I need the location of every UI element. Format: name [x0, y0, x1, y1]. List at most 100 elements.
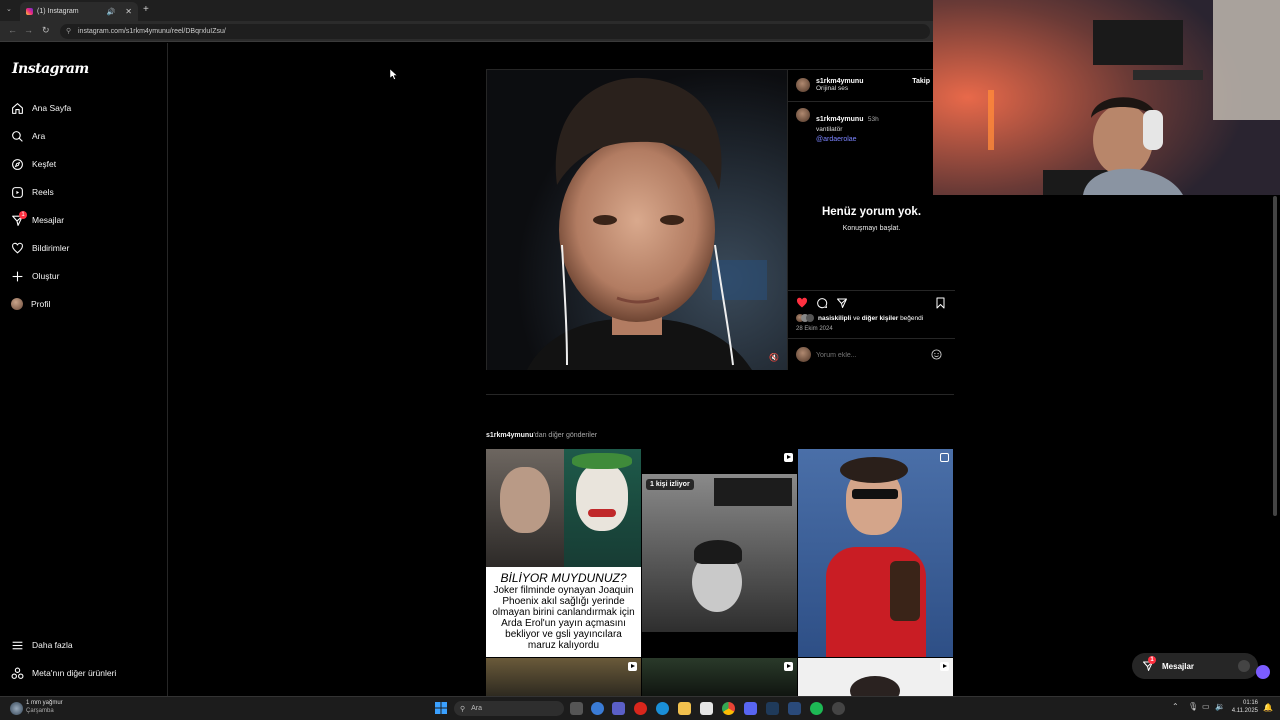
post-header: s1rkm4ymunu Orijinal ses: [796, 78, 863, 92]
share-icon[interactable]: [836, 297, 848, 309]
tray-chevron-icon[interactable]: ⌃: [1172, 702, 1179, 711]
opera-icon[interactable]: [634, 702, 647, 715]
sidebar-item-explore[interactable]: Keşfet: [11, 155, 56, 173]
comment-icon[interactable]: [816, 297, 828, 309]
site-info-icon[interactable]: ⚲: [66, 27, 71, 35]
extension-icon[interactable]: [1256, 665, 1270, 679]
sidebar-item-home[interactable]: Ana Sayfa: [11, 99, 71, 117]
reload-icon[interactable]: ↻: [42, 25, 50, 36]
taskbar-search[interactable]: ⚲ Ara: [454, 701, 564, 716]
follow-button[interactable]: Takip: [912, 78, 930, 85]
grid-thumbnail[interactable]: [642, 658, 797, 696]
clock-time[interactable]: 01:16: [1234, 700, 1258, 706]
sidebar-item-more[interactable]: Daha fazla: [11, 636, 73, 654]
sidebar-item-profile[interactable]: Profil: [11, 295, 50, 313]
discord-icon[interactable]: [744, 702, 757, 715]
clock-date[interactable]: 4.11.2025: [1230, 708, 1258, 714]
sidebar-item-messages[interactable]: 1 Mesajlar: [11, 210, 64, 229]
reel-icon: [784, 662, 793, 671]
joaquin-photo: [486, 449, 564, 567]
sidebar-item-label: Meta'nın diğer ürünleri: [32, 668, 117, 678]
post-author[interactable]: s1rkm4ymunu: [816, 78, 863, 85]
windows-start-icon[interactable]: [435, 702, 447, 714]
microphone-icon[interactable]: 🎙: [1188, 702, 1198, 711]
avatar[interactable]: [796, 108, 810, 122]
teams-icon[interactable]: [612, 702, 625, 715]
weather-title[interactable]: 1 mm yağmur: [26, 700, 63, 706]
divider: [788, 290, 955, 291]
tab-list-icon[interactable]: ⌄: [6, 5, 12, 13]
close-tab-icon[interactable]: ✕: [125, 7, 132, 16]
joker-photo: [564, 449, 641, 567]
sidebar-item-label: Daha fazla: [32, 640, 73, 650]
sidebar-item-label: Profil: [31, 299, 51, 309]
caption-author[interactable]: s1rkm4ymunu: [816, 116, 863, 123]
audio-label[interactable]: Orijinal ses: [816, 85, 863, 92]
speaker-icon[interactable]: 🔊: [107, 8, 116, 16]
grid-thumbnail[interactable]: BİLİYOR MUYDUNUZ? Joker filminde oynayan…: [486, 449, 641, 657]
messages-badge: 1: [19, 210, 27, 219]
sidebar-item-create[interactable]: Oluştur: [11, 267, 59, 285]
volume-icon[interactable]: 🔉: [1215, 702, 1225, 711]
windows-taskbar: 1 mm yağmur Çarşamba ⚲ Ara ⌃ 🎙 ▭ 🔉 01:16…: [0, 696, 1280, 720]
instagram-favicon-icon: [26, 8, 33, 15]
liked-by-user[interactable]: nasiskilipli: [818, 315, 851, 322]
bookmark-icon[interactable]: [935, 297, 946, 309]
reel-icon: [628, 662, 637, 671]
messages-pill-button[interactable]: 1 Mesajlar: [1132, 653, 1258, 679]
section-divider: [486, 394, 954, 395]
post-sidebar: s1rkm4ymunu Orijinal ses Takip s1rkm4ymu…: [787, 70, 955, 370]
mute-icon[interactable]: 🔇: [769, 353, 779, 362]
search-icon: [12, 130, 23, 142]
grid-thumbnail[interactable]: [798, 449, 953, 657]
task-view-icon[interactable]: [570, 702, 583, 715]
comment-input[interactable]: [816, 349, 926, 361]
divider: [788, 338, 955, 339]
caption: s1rkm4ymunu 53h vantilatör: [796, 108, 879, 133]
weather-icon[interactable]: [10, 702, 23, 715]
page-scrollbar[interactable]: [1273, 196, 1277, 516]
sidebar-item-notifications[interactable]: Bildirimler: [11, 239, 69, 257]
post-date: 28 Ekim 2024: [796, 326, 833, 332]
calendar-app-icon[interactable]: [700, 702, 713, 715]
grid-thumbnail[interactable]: [486, 658, 641, 696]
no-comments-title: Henüz yorum yok.: [821, 206, 922, 218]
forward-icon[interactable]: →: [24, 25, 33, 35]
sidebar-item-reels[interactable]: Reels: [11, 183, 54, 201]
network-icon[interactable]: ▭: [1202, 702, 1210, 711]
instagram-logo[interactable]: Instagram: [12, 61, 89, 77]
app-icon[interactable]: [788, 702, 801, 715]
mention-link[interactable]: @ardaerolae: [816, 136, 857, 143]
like-icon[interactable]: [796, 297, 808, 309]
browser-tab[interactable]: (1) Instagram 🔊 ✕: [20, 2, 138, 21]
emoji-icon[interactable]: [931, 349, 942, 360]
reels-icon: [12, 186, 23, 198]
liker-avatars: [796, 314, 814, 322]
edge-icon[interactable]: [656, 702, 669, 715]
spotify-icon[interactable]: [810, 702, 823, 715]
app-icon[interactable]: [766, 702, 779, 715]
liked-by-and: ve: [853, 314, 860, 322]
grid-thumbnail[interactable]: [798, 658, 953, 696]
new-tab-icon[interactable]: +: [143, 4, 149, 15]
url-field[interactable]: ⚲ instagram.com/s1rkm4ymunu/reel/DBqrxlu…: [60, 24, 930, 39]
reel-video[interactable]: 🔇: [487, 70, 787, 370]
sidebar-item-label: Bildirimler: [32, 243, 70, 253]
sidebar-item-meta[interactable]: Meta'nın diğer ürünleri: [11, 664, 116, 682]
tab-title: (1) Instagram: [37, 8, 79, 15]
avatar[interactable]: [796, 78, 810, 92]
more-posts-user[interactable]: s1rkm4ymunu: [486, 432, 533, 439]
sidebar-item-search[interactable]: Ara: [11, 127, 45, 145]
liked-by-others[interactable]: diğer kişiler: [862, 315, 899, 322]
grid-thumbnail[interactable]: 1 kişi izliyor: [642, 449, 797, 657]
webcam-overlay: [933, 0, 1280, 195]
notification-icon[interactable]: 🔔: [1263, 703, 1273, 712]
thumb-text-block: BİLİYOR MUYDUNUZ? Joker filminde oynayan…: [486, 567, 641, 657]
meta-products-icon: [11, 667, 24, 679]
video-frame: [487, 70, 787, 370]
back-icon[interactable]: ←: [8, 25, 17, 35]
copilot-icon[interactable]: [591, 702, 604, 715]
chrome-icon[interactable]: [722, 702, 735, 715]
obs-icon[interactable]: [832, 702, 845, 715]
file-explorer-icon[interactable]: [678, 702, 691, 715]
